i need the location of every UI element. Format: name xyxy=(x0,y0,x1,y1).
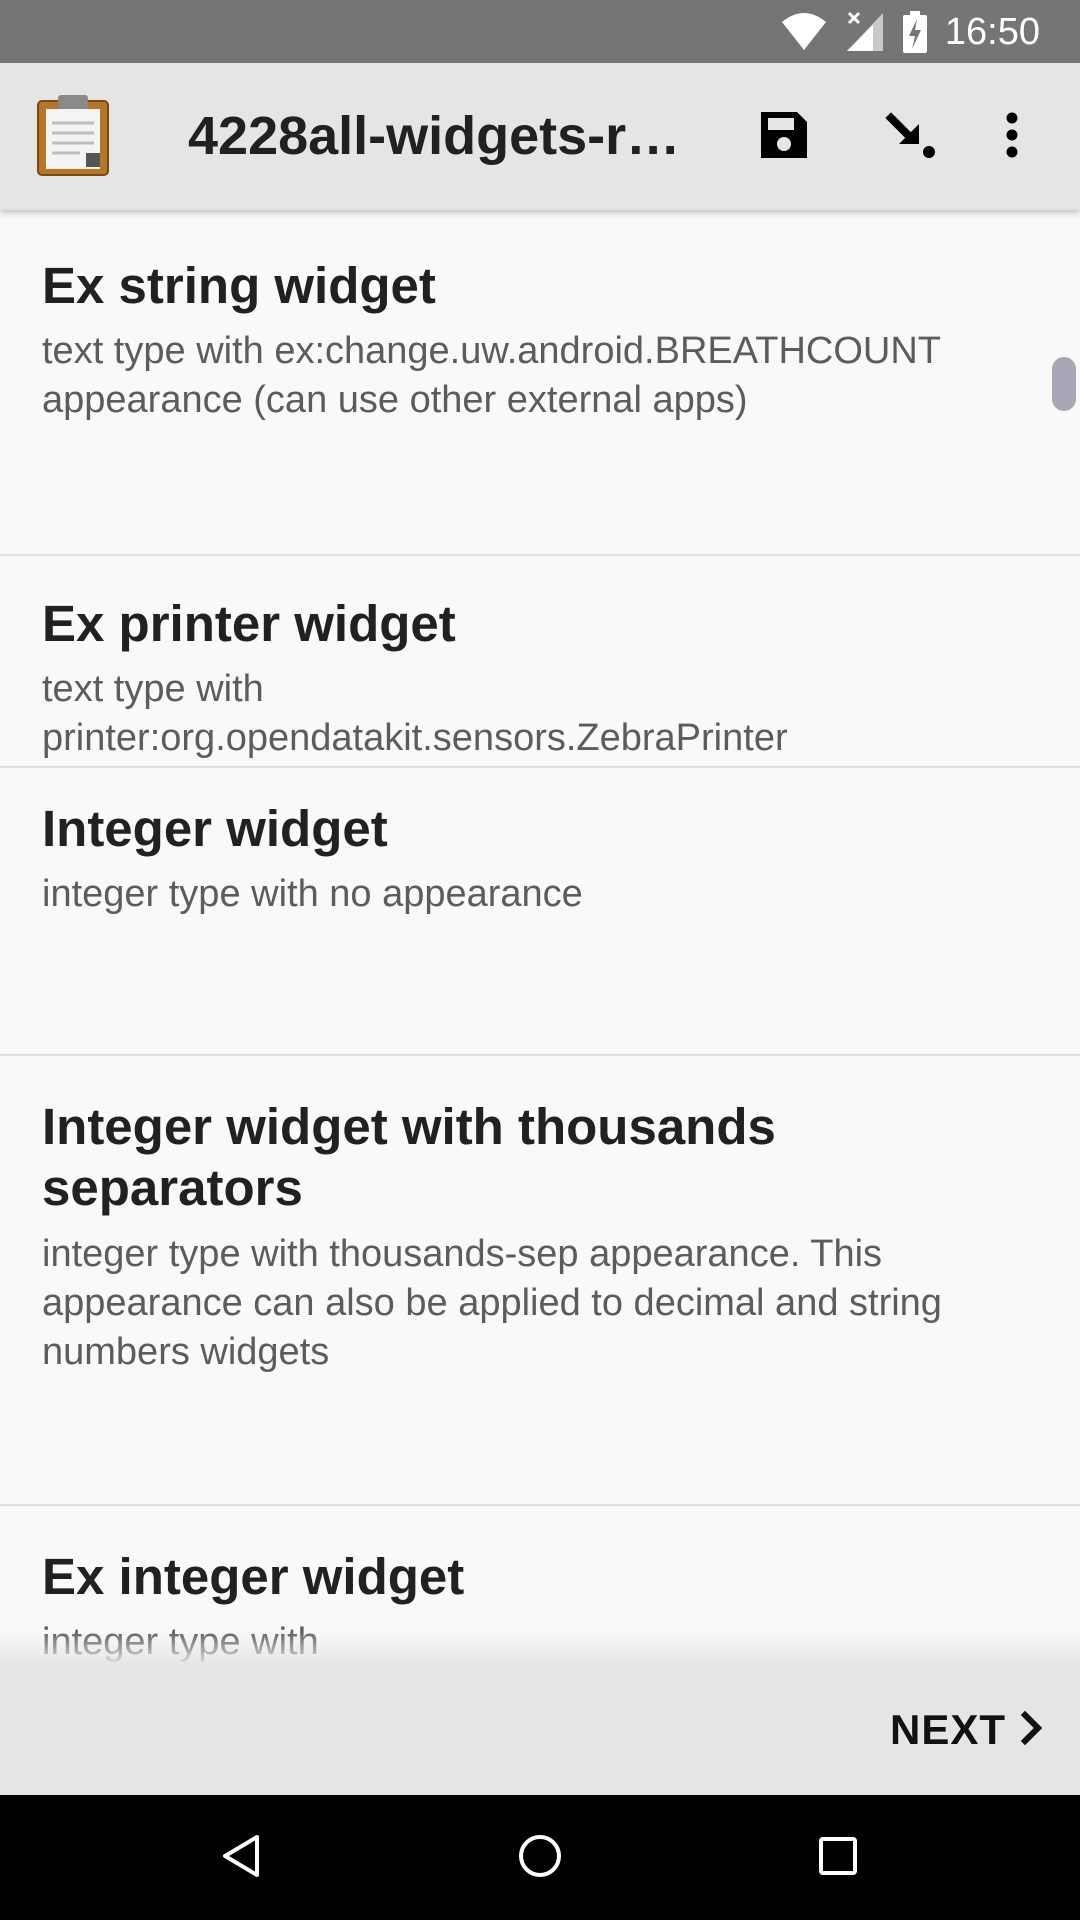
app-bar: 4228all-widgets-re… xyxy=(0,63,1080,210)
home-circle-icon xyxy=(517,1833,563,1884)
question-list[interactable]: Ex string widget text type with ex:chang… xyxy=(0,210,1080,1665)
question-item: Ex string widget text type with ex:chang… xyxy=(0,210,1080,556)
question-label: Integer widget with thousands separators xyxy=(42,1098,776,1216)
form-navigation-bar: NEXT xyxy=(0,1665,1080,1795)
recents-square-icon xyxy=(818,1836,858,1881)
cell-signal-icon xyxy=(845,11,885,53)
question-item: Ex printer widget text type with printer… xyxy=(0,556,1080,768)
status-time: 16:50 xyxy=(944,10,1040,53)
back-button[interactable] xyxy=(206,1823,276,1893)
more-vert-icon xyxy=(1005,112,1019,163)
content-fade xyxy=(0,1630,1080,1666)
chevron-right-icon xyxy=(1020,1710,1044,1750)
question-hint: integer type with no appearance xyxy=(42,873,583,915)
jump-to-question-button[interactable] xyxy=(872,97,952,177)
next-button[interactable]: NEXT xyxy=(890,1695,1044,1765)
question-hint: integer type with thousands-sep appearan… xyxy=(42,1233,942,1373)
system-navigation-bar xyxy=(0,1795,1080,1920)
save-button[interactable] xyxy=(744,97,824,177)
question-hint: text type with printer:org.opendatakit.s… xyxy=(42,668,788,759)
home-button[interactable] xyxy=(505,1823,575,1893)
next-label: NEXT xyxy=(889,1706,1006,1753)
scrollbar-thumb[interactable] xyxy=(1052,357,1076,411)
question-item: Integer widget with thousands separators… xyxy=(0,1056,1080,1506)
battery-charging-icon xyxy=(902,11,927,53)
question-hint: text type with ex:change.uw.android.BREA… xyxy=(42,330,941,421)
status-bar: 16:50 xyxy=(0,0,1080,63)
save-icon xyxy=(759,110,809,165)
more-options-button[interactable] xyxy=(982,97,1042,177)
question-item: Integer widget integer type with no appe… xyxy=(0,768,1080,1056)
form-title: 4228all-widgets-re… xyxy=(188,106,698,166)
jump-to-icon xyxy=(885,108,939,167)
status-icons: 16:50 xyxy=(781,10,1040,54)
clipboard-app-icon xyxy=(36,93,112,177)
question-label: Ex printer widget xyxy=(42,595,456,652)
question-label: Ex integer widget xyxy=(42,1548,465,1605)
back-triangle-icon xyxy=(221,1833,261,1884)
question-label: Ex string widget xyxy=(42,257,436,314)
wifi-icon xyxy=(781,12,827,52)
recents-button[interactable] xyxy=(803,1823,873,1893)
question-label: Integer widget xyxy=(42,800,388,857)
